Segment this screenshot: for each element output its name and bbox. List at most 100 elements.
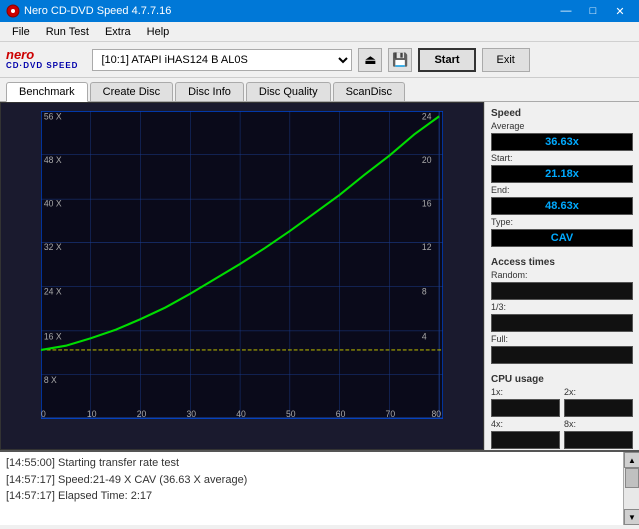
type-value: CAV bbox=[491, 229, 633, 247]
onethird-col: 1/3: bbox=[491, 302, 633, 332]
log-content: [14:55:00] Starting transfer rate test [… bbox=[0, 452, 623, 525]
chart-area: 56 X 48 X 40 X 32 X 24 X 16 X 8 X 24 20 … bbox=[0, 102, 484, 450]
random-row: Random: bbox=[491, 270, 633, 300]
toolbar: nero CD·DVD SPEED [10:1] ATAPI iHAS124 B… bbox=[0, 42, 639, 78]
end-label: End: bbox=[491, 185, 633, 195]
start-value: 21.18x bbox=[491, 165, 633, 183]
cpu-row2: 4x: 8x: bbox=[491, 419, 633, 449]
scroll-thumb[interactable] bbox=[625, 468, 639, 488]
tab-scan-disc[interactable]: ScanDisc bbox=[333, 82, 405, 101]
scroll-up-button[interactable]: ▲ bbox=[624, 452, 639, 468]
main-content: 56 X 48 X 40 X 32 X 24 X 16 X 8 X 24 20 … bbox=[0, 102, 639, 450]
svg-text:70: 70 bbox=[386, 408, 396, 419]
menu-run-test[interactable]: Run Test bbox=[38, 24, 97, 40]
tab-benchmark[interactable]: Benchmark bbox=[6, 82, 88, 102]
exit-button[interactable]: Exit bbox=[482, 48, 530, 72]
svg-text:24: 24 bbox=[422, 111, 432, 122]
average-value: 36.63x bbox=[491, 133, 633, 151]
window-controls: — □ ✕ bbox=[553, 2, 633, 20]
tab-disc-quality[interactable]: Disc Quality bbox=[246, 82, 331, 101]
onethird-value bbox=[491, 314, 633, 332]
app-icon bbox=[6, 4, 20, 18]
window-title: Nero CD-DVD Speed 4.7.7.16 bbox=[24, 5, 171, 17]
end-value: 48.63x bbox=[491, 197, 633, 215]
cpu-label: CPU usage bbox=[491, 374, 633, 385]
tab-disc-info[interactable]: Disc Info bbox=[175, 82, 244, 101]
random-col: Random: bbox=[491, 270, 633, 300]
full-label: Full: bbox=[491, 334, 633, 344]
right-panel: Speed Average 36.63x Start: 21.18x End: … bbox=[484, 102, 639, 450]
cpu-2x-label: 2x: bbox=[564, 387, 633, 397]
svg-text:80: 80 bbox=[432, 408, 442, 419]
average-label: Average bbox=[491, 121, 633, 131]
menu-extra[interactable]: Extra bbox=[97, 24, 139, 40]
menu-help[interactable]: Help bbox=[139, 24, 178, 40]
onethird-label: 1/3: bbox=[491, 302, 633, 312]
speed-section: Speed Average 36.63x Start: 21.18x End: … bbox=[491, 108, 633, 247]
cpu-1x-label: 1x: bbox=[491, 387, 560, 397]
svg-text:20: 20 bbox=[422, 155, 432, 166]
cpu1x-col: 1x: bbox=[491, 387, 560, 417]
cpu-4x-value bbox=[491, 431, 560, 449]
svg-text:50: 50 bbox=[286, 408, 296, 419]
save-icon-button[interactable]: 💾 bbox=[388, 48, 412, 72]
svg-text:16: 16 bbox=[422, 198, 432, 209]
nero-sub-brand: CD·DVD SPEED bbox=[6, 62, 78, 71]
log-line-2: [14:57:17] Speed:21-49 X CAV (36.63 X av… bbox=[6, 472, 617, 489]
svg-text:32 X: 32 X bbox=[44, 242, 62, 253]
average-col: Average 36.63x bbox=[491, 121, 633, 151]
nero-brand: nero bbox=[6, 48, 78, 62]
svg-text:48 X: 48 X bbox=[44, 155, 62, 166]
title-bar: Nero CD-DVD Speed 4.7.7.16 — □ ✕ bbox=[0, 0, 639, 22]
maximize-button[interactable]: □ bbox=[580, 2, 606, 20]
start-row: Start: 21.18x bbox=[491, 153, 633, 183]
type-col: Type: CAV bbox=[491, 217, 633, 247]
type-row: Type: CAV bbox=[491, 217, 633, 247]
svg-text:0: 0 bbox=[41, 408, 46, 419]
full-col: Full: bbox=[491, 334, 633, 364]
onethird-row: 1/3: bbox=[491, 302, 633, 332]
tab-bar: Benchmark Create Disc Disc Info Disc Qua… bbox=[0, 78, 639, 102]
close-button[interactable]: ✕ bbox=[607, 2, 633, 20]
scroll-track bbox=[624, 468, 639, 509]
svg-text:8: 8 bbox=[422, 286, 427, 297]
access-times-section: Access times Random: 1/3: Full: bbox=[491, 257, 633, 364]
svg-text:16 X: 16 X bbox=[44, 331, 62, 342]
menu-file[interactable]: File bbox=[4, 24, 38, 40]
cpu-row: 1x: 2x: bbox=[491, 387, 633, 417]
cpu-8x-value bbox=[564, 431, 633, 449]
scroll-down-button[interactable]: ▼ bbox=[624, 509, 639, 525]
end-row: End: 48.63x bbox=[491, 185, 633, 215]
random-label: Random: bbox=[491, 270, 633, 280]
title-bar-left: Nero CD-DVD Speed 4.7.7.16 bbox=[6, 4, 171, 18]
type-label: Type: bbox=[491, 217, 633, 227]
svg-text:56 X: 56 X bbox=[44, 111, 62, 122]
svg-text:10: 10 bbox=[87, 408, 97, 419]
start-button[interactable]: Start bbox=[418, 48, 475, 72]
svg-text:12: 12 bbox=[422, 242, 432, 253]
menu-bar: File Run Test Extra Help bbox=[0, 22, 639, 42]
speed-label: Speed bbox=[491, 108, 633, 119]
nero-logo: nero CD·DVD SPEED bbox=[6, 48, 78, 71]
log-line-3: [14:57:17] Elapsed Time: 2:17 bbox=[6, 488, 617, 505]
chart-svg: 56 X 48 X 40 X 32 X 24 X 16 X 8 X 24 20 … bbox=[41, 111, 443, 419]
tab-create-disc[interactable]: Create Disc bbox=[90, 82, 173, 101]
log-area: [14:55:00] Starting transfer rate test [… bbox=[0, 450, 639, 525]
log-scrollbar[interactable]: ▲ ▼ bbox=[623, 452, 639, 525]
log-line-1: [14:55:00] Starting transfer rate test bbox=[6, 455, 617, 472]
minimize-button[interactable]: — bbox=[553, 2, 579, 20]
start-label: Start: bbox=[491, 153, 633, 163]
eject-icon-button[interactable]: ⏏ bbox=[358, 48, 382, 72]
access-times-label: Access times bbox=[491, 257, 633, 268]
svg-text:20: 20 bbox=[137, 408, 147, 419]
svg-text:40: 40 bbox=[236, 408, 246, 419]
cpu-8x-label: 8x: bbox=[564, 419, 633, 429]
svg-text:4: 4 bbox=[422, 331, 427, 342]
full-row: Full: bbox=[491, 334, 633, 364]
start-col: Start: 21.18x bbox=[491, 153, 633, 183]
random-value bbox=[491, 282, 633, 300]
drive-selector[interactable]: [10:1] ATAPI iHAS124 B AL0S bbox=[92, 49, 352, 71]
end-col: End: 48.63x bbox=[491, 185, 633, 215]
cpu2x-col: 2x: bbox=[564, 387, 633, 417]
cpu8x-col: 8x: bbox=[564, 419, 633, 449]
